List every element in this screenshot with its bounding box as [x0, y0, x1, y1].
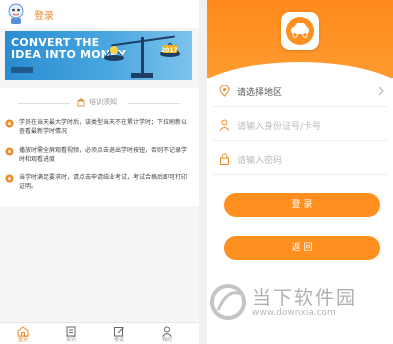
home-icon — [17, 326, 29, 337]
bell-icon — [5, 147, 14, 156]
user-icon — [219, 119, 230, 131]
watermark-url: www.downxia.com — [252, 308, 336, 318]
banner-badge: 2017 — [161, 47, 178, 54]
bell-icon — [5, 174, 14, 183]
tab-label: 考试 — [113, 337, 124, 343]
bottom-tab-bar: 首页 资讯 考试 我的 — [0, 322, 199, 344]
location-pin-icon — [219, 85, 230, 97]
chevron-right-icon — [378, 86, 384, 96]
notice-text: 播放时需全屏观看视频，必须点击退出学时按钮，否则不记录学时和观看进度 — [19, 147, 188, 163]
login-link[interactable]: 登录 — [34, 7, 54, 22]
promo-banner[interactable]: CONVERT THE IDEA INTO MONEY 2017 — [5, 31, 192, 80]
notice-text: 当学时满足要求时，请点击申请结业考试，考试合格后即可打印证明。 — [19, 174, 188, 190]
car-logo-icon — [286, 17, 314, 45]
id-number-field[interactable]: 请输入身份证号/卡号 — [213, 110, 387, 141]
building-icon — [77, 98, 85, 107]
notice-text: 学员在当天最大学时后，该类型当天不在累计学时；下拉刷新以查看最新学时情况 — [19, 119, 188, 135]
header-bar: 登录 — [0, 0, 199, 28]
region-select[interactable]: 请选择地区 — [213, 76, 387, 107]
password-field[interactable]: 请输入密码 — [213, 144, 387, 175]
password-placeholder: 请输入密码 — [237, 156, 283, 166]
tab-exam[interactable]: 考试 — [99, 326, 139, 344]
edit-icon — [114, 327, 124, 337]
tab-label: 资讯 — [65, 337, 76, 343]
app-logo — [281, 12, 319, 50]
watermark-logo-icon — [210, 284, 246, 320]
notice-header: 培训须知 — [0, 96, 199, 110]
notice-title: 培训须知 — [89, 98, 117, 106]
scale-illustration-icon: 2017 — [103, 35, 181, 78]
bell-icon — [5, 119, 14, 128]
id-number-placeholder: 请输入身份证号/卡号 — [237, 122, 322, 132]
region-value: 请选择地区 — [237, 88, 283, 98]
document-icon — [66, 326, 76, 337]
left-screen: 登录 CONVERT THE IDEA INTO MONEY 2017 培训须知 — [0, 0, 199, 344]
divider — [18, 103, 70, 104]
back-button[interactable]: 返 回 — [224, 236, 380, 260]
lock-icon — [220, 153, 229, 165]
tab-profile[interactable]: 我的 — [147, 326, 187, 344]
login-button[interactable]: 登 录 — [224, 193, 380, 217]
divider — [128, 103, 180, 104]
tab-home[interactable]: 首页 — [3, 326, 43, 344]
user-icon — [162, 326, 172, 337]
tab-label: 我的 — [161, 337, 172, 343]
banner-button[interactable] — [11, 67, 33, 73]
watermark-text: 当下软件园 — [252, 287, 358, 309]
mascot-icon — [8, 3, 24, 24]
tab-news[interactable]: 资讯 — [51, 326, 91, 344]
tab-label: 首页 — [17, 337, 28, 343]
